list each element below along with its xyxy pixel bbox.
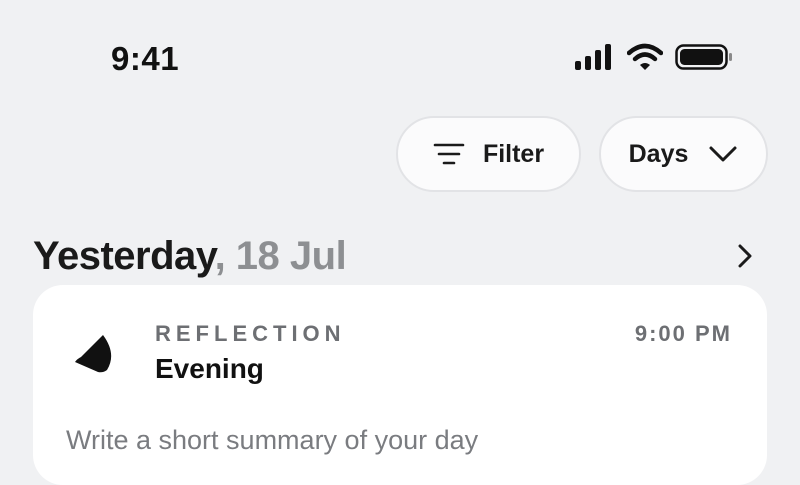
battery-icon: [675, 43, 733, 76]
date-header: Yesterday, 18 Jul: [33, 230, 760, 282]
date-heading: Yesterday, 18 Jul: [33, 233, 347, 279]
chevron-right-icon[interactable]: [730, 241, 760, 271]
toolbar-controls: Filter Days: [396, 116, 768, 192]
days-label: Days: [628, 139, 689, 168]
entry-category: REFLECTION: [155, 321, 346, 346]
filter-label: Filter: [482, 139, 545, 168]
date-separator: ,: [214, 233, 236, 278]
entry-prompt[interactable]: Write a short summary of your day: [66, 425, 478, 456]
half-moon-icon: [73, 332, 115, 381]
status-icons: [573, 43, 733, 76]
entry-time: 9:00 PM: [634, 321, 732, 346]
filter-lines-icon: [433, 142, 465, 166]
days-dropdown[interactable]: Days: [599, 116, 768, 192]
wifi-icon: [626, 43, 664, 76]
entry-card[interactable]: REFLECTION 9:00 PM Evening Write a short…: [33, 285, 767, 485]
chevron-down-icon: [708, 144, 738, 164]
status-bar: 9:41: [0, 0, 800, 110]
filter-button[interactable]: Filter: [396, 116, 581, 192]
entry-title: Evening: [155, 353, 264, 384]
cellular-signal-icon: [573, 43, 615, 76]
date-value: 18 Jul: [235, 233, 347, 278]
clock-time: 9:41: [111, 40, 180, 77]
day-label: Yesterday: [33, 233, 215, 278]
